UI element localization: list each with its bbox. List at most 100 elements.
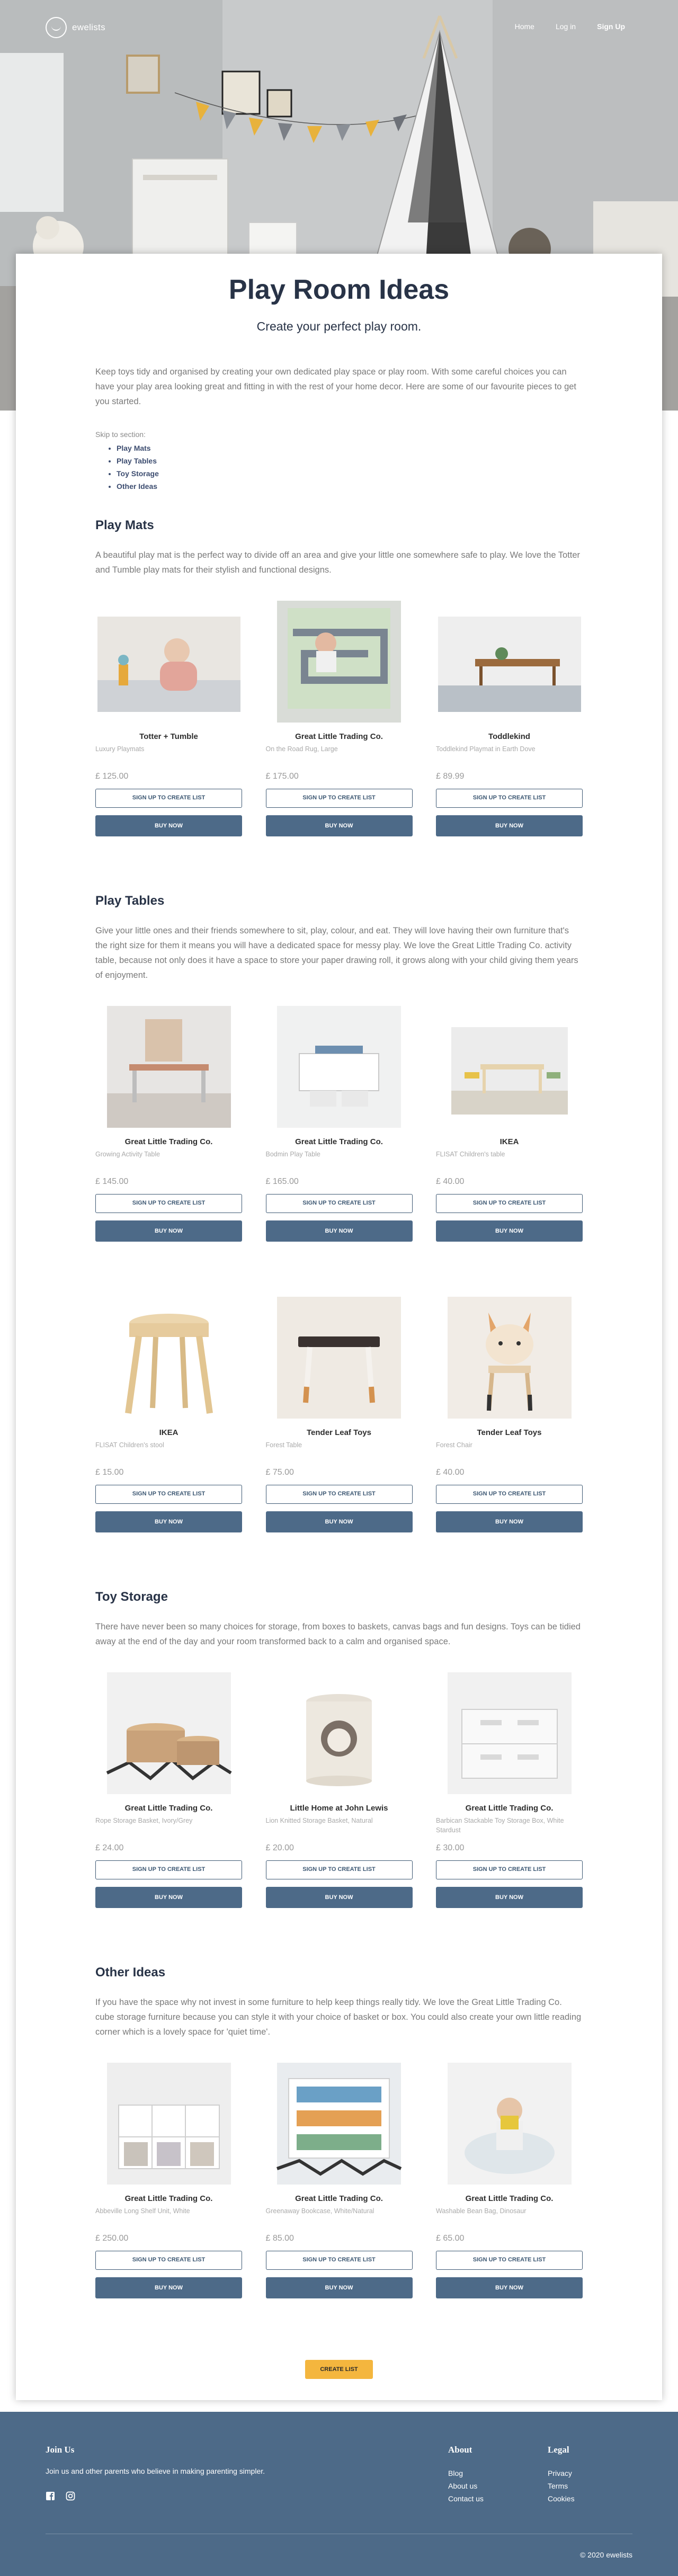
product-card: Great Little Trading Co. Abbeville Long S… bbox=[95, 2063, 242, 2298]
signup-to-create-list-button[interactable]: SIGN UP TO CREATE LIST bbox=[265, 1860, 413, 1879]
lion-basket-image[interactable] bbox=[266, 1672, 413, 1794]
signup-to-create-list-button[interactable]: SIGN UP TO CREATE LIST bbox=[265, 1485, 413, 1504]
footer-link-cookies[interactable]: Cookies bbox=[548, 2492, 575, 2505]
signup-to-create-list-button[interactable]: SIGN UP TO CREATE LIST bbox=[436, 2251, 583, 2270]
logo[interactable]: ewelists bbox=[46, 17, 105, 38]
buy-now-button[interactable]: BUY NOW bbox=[95, 1220, 242, 1242]
logo-icon bbox=[46, 17, 67, 38]
product-name: Bodmin Play Table bbox=[265, 1151, 320, 1158]
nav-login-link[interactable]: Log in bbox=[556, 22, 576, 31]
section-text: There have never been so many choices fo… bbox=[95, 1622, 581, 1646]
buy-now-button[interactable]: BUY NOW bbox=[95, 1511, 242, 1532]
shelf-unit-image[interactable] bbox=[95, 2063, 242, 2185]
product-price: £ 24.00 bbox=[95, 1843, 124, 1852]
product-brand: IKEA bbox=[499, 1137, 519, 1146]
footer-link-contact-us[interactable]: Contact us bbox=[448, 2492, 484, 2505]
buy-now-button[interactable]: BUY NOW bbox=[436, 2277, 583, 2298]
facebook-icon[interactable] bbox=[46, 2491, 55, 2501]
skip-link-other-ideas[interactable]: Other Ideas bbox=[117, 480, 583, 493]
storage-box-image[interactable] bbox=[436, 1672, 583, 1794]
product-brand: Tender Leaf Toys bbox=[307, 1428, 371, 1437]
footer-link-about-us[interactable]: About us bbox=[448, 2480, 484, 2492]
product-price: £ 20.00 bbox=[265, 1843, 294, 1852]
page-subtitle: Create your perfect play room. bbox=[256, 319, 422, 333]
buy-now-button[interactable]: BUY NOW bbox=[265, 2277, 413, 2298]
signup-to-create-list-button[interactable]: SIGN UP TO CREATE LIST bbox=[95, 1860, 242, 1879]
rope-basket-image[interactable] bbox=[95, 1672, 242, 1794]
product-brand: Great Little Trading Co. bbox=[124, 1137, 213, 1146]
flisat-table-image[interactable] bbox=[436, 1006, 583, 1128]
stool-image[interactable] bbox=[95, 1297, 242, 1419]
buy-now-button[interactable]: BUY NOW bbox=[436, 1511, 583, 1532]
playmat-room-image[interactable] bbox=[436, 601, 583, 723]
product-name: Greenaway Bookcase, White/Natural bbox=[265, 2207, 374, 2215]
product-card: Great Little Trading Co. Growing Activity… bbox=[95, 1006, 242, 1242]
skip-link-play-tables[interactable]: Play Tables bbox=[117, 454, 583, 467]
product-price: £ 65.00 bbox=[436, 2234, 465, 2243]
product-price: £ 85.00 bbox=[265, 2234, 294, 2243]
playmat-baby-image[interactable] bbox=[95, 601, 242, 723]
product-card: Little Home at John Lewis Lion Knitted St… bbox=[265, 1672, 413, 1908]
product-brand: Great Little Trading Co. bbox=[295, 1137, 383, 1146]
bean-bag-image[interactable] bbox=[436, 2063, 583, 2185]
buy-now-button[interactable]: BUY NOW bbox=[95, 815, 242, 836]
create-list-button[interactable]: CREATE LIST bbox=[305, 2360, 373, 2379]
signup-to-create-list-button[interactable]: SIGN UP TO CREATE LIST bbox=[436, 1485, 583, 1504]
signup-to-create-list-button[interactable]: SIGN UP TO CREATE LIST bbox=[95, 1485, 242, 1504]
signup-to-create-list-button[interactable]: SIGN UP TO CREATE LIST bbox=[95, 789, 242, 808]
footer-about: About Blog About us Contact us bbox=[448, 2445, 484, 2505]
footer-legal: Legal Privacy Terms Cookies bbox=[548, 2445, 575, 2505]
footer-link-privacy[interactable]: Privacy bbox=[548, 2467, 575, 2480]
footer-link-terms[interactable]: Terms bbox=[548, 2480, 575, 2492]
buy-now-button[interactable]: BUY NOW bbox=[436, 1887, 583, 1908]
bookcase-image[interactable] bbox=[266, 2063, 413, 2185]
signup-to-create-list-button[interactable]: SIGN UP TO CREATE LIST bbox=[436, 789, 583, 808]
buy-now-button[interactable]: BUY NOW bbox=[95, 2277, 242, 2298]
nav-signup-link[interactable]: Sign Up bbox=[597, 22, 625, 31]
signup-to-create-list-button[interactable]: SIGN UP TO CREATE LIST bbox=[265, 1194, 413, 1213]
play-table-image[interactable] bbox=[266, 1006, 413, 1128]
road-rug-image[interactable] bbox=[266, 601, 413, 723]
product-brand: IKEA bbox=[159, 1428, 179, 1437]
nav-links: Home Log in Sign Up bbox=[515, 22, 625, 31]
buy-now-button[interactable]: BUY NOW bbox=[265, 1511, 413, 1532]
buy-now-button[interactable]: BUY NOW bbox=[265, 1220, 413, 1242]
buy-now-button[interactable]: BUY NOW bbox=[265, 815, 413, 836]
nav-home-link[interactable]: Home bbox=[515, 22, 534, 31]
product-price: £ 250.00 bbox=[95, 2234, 129, 2243]
signup-to-create-list-button[interactable]: SIGN UP TO CREATE LIST bbox=[265, 2251, 413, 2270]
page-title: Play Room Ideas bbox=[228, 274, 450, 305]
footer-join-title: Join Us bbox=[46, 2445, 75, 2455]
instagram-icon[interactable] bbox=[66, 2491, 75, 2501]
signup-to-create-list-button[interactable]: SIGN UP TO CREATE LIST bbox=[436, 1194, 583, 1213]
activity-table-image[interactable] bbox=[95, 1006, 242, 1128]
product-card: Great Little Trading Co. Greenaway Bookca… bbox=[265, 2063, 413, 2298]
product-card: Great Little Trading Co. Rope Storage Bas… bbox=[95, 1672, 242, 1908]
forest-table-image[interactable] bbox=[266, 1297, 413, 1419]
product-brand: Great Little Trading Co. bbox=[465, 2194, 554, 2203]
buy-now-button[interactable]: BUY NOW bbox=[436, 815, 583, 836]
skip-link-play-mats[interactable]: Play Mats bbox=[117, 442, 583, 454]
signup-to-create-list-button[interactable]: SIGN UP TO CREATE LIST bbox=[265, 789, 413, 808]
fox-chair-image[interactable] bbox=[436, 1297, 583, 1419]
product-brand: Great Little Trading Co. bbox=[124, 1804, 213, 1813]
top-navigation: ewelists Home Log in Sign Up bbox=[0, 0, 678, 55]
product-name: Toddlekind Playmat in Earth Dove bbox=[436, 745, 536, 753]
footer-link-blog[interactable]: Blog bbox=[448, 2467, 484, 2480]
product-card: Toddlekind Toddlekind Playmat in Earth Do… bbox=[436, 601, 583, 836]
buy-now-button[interactable]: BUY NOW bbox=[436, 1220, 583, 1242]
product-card: Great Little Trading Co. Bodmin Play Tabl… bbox=[265, 1006, 413, 1242]
footer-social bbox=[46, 2491, 265, 2501]
skip-link-toy-storage[interactable]: Toy Storage bbox=[117, 467, 583, 480]
signup-to-create-list-button[interactable]: SIGN UP TO CREATE LIST bbox=[95, 2251, 242, 2270]
product-brand: Toddlekind bbox=[488, 732, 530, 741]
buy-now-button[interactable]: BUY NOW bbox=[95, 1887, 242, 1908]
signup-to-create-list-button[interactable]: SIGN UP TO CREATE LIST bbox=[436, 1860, 583, 1879]
signup-to-create-list-button[interactable]: SIGN UP TO CREATE LIST bbox=[95, 1194, 242, 1213]
product-row: Great Little Trading Co. Growing Activity… bbox=[95, 1006, 583, 1242]
product-card: Great Little Trading Co. Washable Bean Ba… bbox=[436, 2063, 583, 2298]
product-brand: Great Little Trading Co. bbox=[295, 732, 383, 741]
skip-label: Skip to section: bbox=[95, 430, 146, 439]
section-text: Give your little ones and their friends … bbox=[95, 926, 578, 980]
buy-now-button[interactable]: BUY NOW bbox=[265, 1887, 413, 1908]
